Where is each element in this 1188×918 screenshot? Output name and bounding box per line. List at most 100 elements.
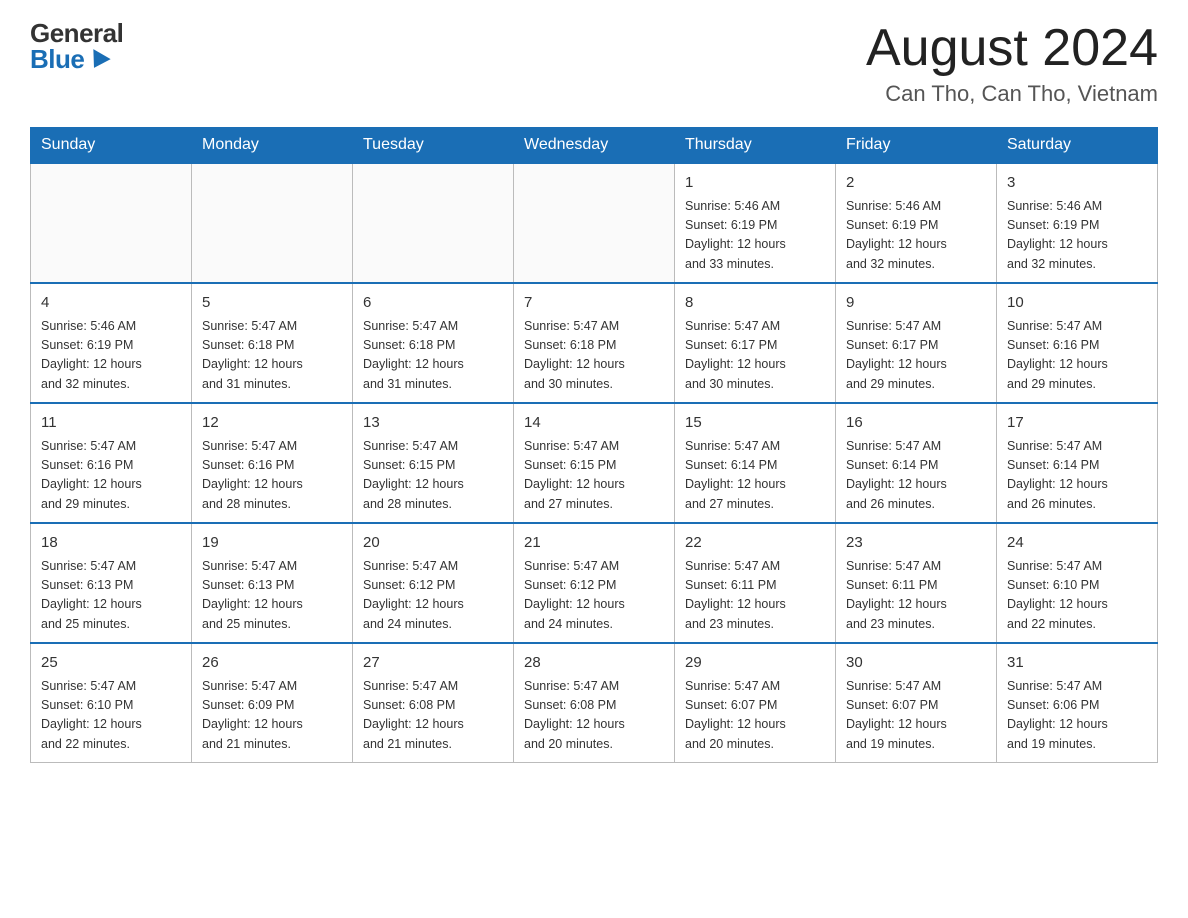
calendar-day-cell: 8Sunrise: 5:47 AMSunset: 6:17 PMDaylight… xyxy=(675,283,836,403)
day-number: 31 xyxy=(1007,652,1147,675)
calendar-day-cell: 17Sunrise: 5:47 AMSunset: 6:14 PMDayligh… xyxy=(997,403,1158,523)
day-info: Sunrise: 5:46 AMSunset: 6:19 PMDaylight:… xyxy=(1007,197,1147,275)
calendar-day-cell: 15Sunrise: 5:47 AMSunset: 6:14 PMDayligh… xyxy=(675,403,836,523)
calendar-day-cell: 18Sunrise: 5:47 AMSunset: 6:13 PMDayligh… xyxy=(31,523,192,643)
calendar-day-cell: 21Sunrise: 5:47 AMSunset: 6:12 PMDayligh… xyxy=(514,523,675,643)
calendar-week-row: 18Sunrise: 5:47 AMSunset: 6:13 PMDayligh… xyxy=(31,523,1158,643)
calendar-day-cell: 26Sunrise: 5:47 AMSunset: 6:09 PMDayligh… xyxy=(192,643,353,763)
calendar-day-cell: 19Sunrise: 5:47 AMSunset: 6:13 PMDayligh… xyxy=(192,523,353,643)
calendar-day-cell: 10Sunrise: 5:47 AMSunset: 6:16 PMDayligh… xyxy=(997,283,1158,403)
day-number: 12 xyxy=(202,412,342,435)
day-number: 22 xyxy=(685,532,825,555)
day-info: Sunrise: 5:47 AMSunset: 6:09 PMDaylight:… xyxy=(202,677,342,755)
calendar-col-header: Thursday xyxy=(675,128,836,164)
day-number: 4 xyxy=(41,292,181,315)
day-info: Sunrise: 5:47 AMSunset: 6:14 PMDaylight:… xyxy=(685,437,825,515)
calendar-day-cell: 20Sunrise: 5:47 AMSunset: 6:12 PMDayligh… xyxy=(353,523,514,643)
calendar-day-cell: 13Sunrise: 5:47 AMSunset: 6:15 PMDayligh… xyxy=(353,403,514,523)
day-info: Sunrise: 5:47 AMSunset: 6:14 PMDaylight:… xyxy=(1007,437,1147,515)
day-info: Sunrise: 5:47 AMSunset: 6:12 PMDaylight:… xyxy=(363,557,503,635)
day-number: 19 xyxy=(202,532,342,555)
day-info: Sunrise: 5:46 AMSunset: 6:19 PMDaylight:… xyxy=(41,317,181,395)
day-info: Sunrise: 5:47 AMSunset: 6:11 PMDaylight:… xyxy=(846,557,986,635)
day-number: 15 xyxy=(685,412,825,435)
day-info: Sunrise: 5:47 AMSunset: 6:13 PMDaylight:… xyxy=(41,557,181,635)
day-number: 16 xyxy=(846,412,986,435)
day-info: Sunrise: 5:47 AMSunset: 6:18 PMDaylight:… xyxy=(363,317,503,395)
day-number: 5 xyxy=(202,292,342,315)
day-number: 14 xyxy=(524,412,664,435)
page-header: General Blue August 2024 Can Tho, Can Th… xyxy=(30,20,1158,107)
calendar-day-cell: 6Sunrise: 5:47 AMSunset: 6:18 PMDaylight… xyxy=(353,283,514,403)
logo: General Blue xyxy=(30,20,123,72)
calendar-day-cell: 9Sunrise: 5:47 AMSunset: 6:17 PMDaylight… xyxy=(836,283,997,403)
calendar-day-cell: 5Sunrise: 5:47 AMSunset: 6:18 PMDaylight… xyxy=(192,283,353,403)
day-info: Sunrise: 5:47 AMSunset: 6:17 PMDaylight:… xyxy=(685,317,825,395)
day-info: Sunrise: 5:46 AMSunset: 6:19 PMDaylight:… xyxy=(846,197,986,275)
day-number: 1 xyxy=(685,172,825,195)
day-number: 3 xyxy=(1007,172,1147,195)
day-number: 17 xyxy=(1007,412,1147,435)
day-number: 24 xyxy=(1007,532,1147,555)
calendar-day-cell: 2Sunrise: 5:46 AMSunset: 6:19 PMDaylight… xyxy=(836,163,997,283)
day-number: 9 xyxy=(846,292,986,315)
day-number: 8 xyxy=(685,292,825,315)
logo-blue-text: Blue xyxy=(30,46,123,72)
day-number: 26 xyxy=(202,652,342,675)
day-number: 7 xyxy=(524,292,664,315)
day-info: Sunrise: 5:47 AMSunset: 6:15 PMDaylight:… xyxy=(363,437,503,515)
calendar-week-row: 4Sunrise: 5:46 AMSunset: 6:19 PMDaylight… xyxy=(31,283,1158,403)
calendar-day-cell: 27Sunrise: 5:47 AMSunset: 6:08 PMDayligh… xyxy=(353,643,514,763)
day-number: 23 xyxy=(846,532,986,555)
day-info: Sunrise: 5:47 AMSunset: 6:12 PMDaylight:… xyxy=(524,557,664,635)
calendar-week-row: 11Sunrise: 5:47 AMSunset: 6:16 PMDayligh… xyxy=(31,403,1158,523)
calendar-day-cell: 22Sunrise: 5:47 AMSunset: 6:11 PMDayligh… xyxy=(675,523,836,643)
calendar-day-cell: 3Sunrise: 5:46 AMSunset: 6:19 PMDaylight… xyxy=(997,163,1158,283)
title-area: August 2024 Can Tho, Can Tho, Vietnam xyxy=(866,20,1158,107)
day-info: Sunrise: 5:47 AMSunset: 6:18 PMDaylight:… xyxy=(524,317,664,395)
day-number: 10 xyxy=(1007,292,1147,315)
day-info: Sunrise: 5:47 AMSunset: 6:16 PMDaylight:… xyxy=(41,437,181,515)
calendar-day-cell xyxy=(31,163,192,283)
calendar-day-cell: 25Sunrise: 5:47 AMSunset: 6:10 PMDayligh… xyxy=(31,643,192,763)
calendar-day-cell: 30Sunrise: 5:47 AMSunset: 6:07 PMDayligh… xyxy=(836,643,997,763)
calendar-day-cell: 29Sunrise: 5:47 AMSunset: 6:07 PMDayligh… xyxy=(675,643,836,763)
day-number: 2 xyxy=(846,172,986,195)
day-info: Sunrise: 5:47 AMSunset: 6:15 PMDaylight:… xyxy=(524,437,664,515)
calendar-day-cell: 23Sunrise: 5:47 AMSunset: 6:11 PMDayligh… xyxy=(836,523,997,643)
day-number: 25 xyxy=(41,652,181,675)
calendar-day-cell: 11Sunrise: 5:47 AMSunset: 6:16 PMDayligh… xyxy=(31,403,192,523)
calendar-week-row: 25Sunrise: 5:47 AMSunset: 6:10 PMDayligh… xyxy=(31,643,1158,763)
day-number: 29 xyxy=(685,652,825,675)
day-info: Sunrise: 5:47 AMSunset: 6:17 PMDaylight:… xyxy=(846,317,986,395)
day-info: Sunrise: 5:47 AMSunset: 6:08 PMDaylight:… xyxy=(524,677,664,755)
calendar-day-cell: 7Sunrise: 5:47 AMSunset: 6:18 PMDaylight… xyxy=(514,283,675,403)
calendar-day-cell xyxy=(192,163,353,283)
calendar-col-header: Tuesday xyxy=(353,128,514,164)
day-number: 28 xyxy=(524,652,664,675)
day-info: Sunrise: 5:47 AMSunset: 6:14 PMDaylight:… xyxy=(846,437,986,515)
calendar-day-cell xyxy=(514,163,675,283)
day-info: Sunrise: 5:47 AMSunset: 6:16 PMDaylight:… xyxy=(202,437,342,515)
day-number: 13 xyxy=(363,412,503,435)
calendar-day-cell: 16Sunrise: 5:47 AMSunset: 6:14 PMDayligh… xyxy=(836,403,997,523)
day-info: Sunrise: 5:47 AMSunset: 6:07 PMDaylight:… xyxy=(846,677,986,755)
calendar-col-header: Friday xyxy=(836,128,997,164)
calendar-week-row: 1Sunrise: 5:46 AMSunset: 6:19 PMDaylight… xyxy=(31,163,1158,283)
day-info: Sunrise: 5:47 AMSunset: 6:13 PMDaylight:… xyxy=(202,557,342,635)
day-number: 20 xyxy=(363,532,503,555)
day-number: 30 xyxy=(846,652,986,675)
day-info: Sunrise: 5:47 AMSunset: 6:10 PMDaylight:… xyxy=(1007,557,1147,635)
day-number: 11 xyxy=(41,412,181,435)
day-number: 6 xyxy=(363,292,503,315)
calendar-header-row: SundayMondayTuesdayWednesdayThursdayFrid… xyxy=(31,128,1158,164)
calendar-col-header: Sunday xyxy=(31,128,192,164)
calendar-day-cell: 24Sunrise: 5:47 AMSunset: 6:10 PMDayligh… xyxy=(997,523,1158,643)
calendar-table: SundayMondayTuesdayWednesdayThursdayFrid… xyxy=(30,127,1158,763)
day-number: 21 xyxy=(524,532,664,555)
calendar-day-cell: 4Sunrise: 5:46 AMSunset: 6:19 PMDaylight… xyxy=(31,283,192,403)
calendar-day-cell: 31Sunrise: 5:47 AMSunset: 6:06 PMDayligh… xyxy=(997,643,1158,763)
calendar-col-header: Monday xyxy=(192,128,353,164)
day-info: Sunrise: 5:47 AMSunset: 6:06 PMDaylight:… xyxy=(1007,677,1147,755)
day-info: Sunrise: 5:46 AMSunset: 6:19 PMDaylight:… xyxy=(685,197,825,275)
